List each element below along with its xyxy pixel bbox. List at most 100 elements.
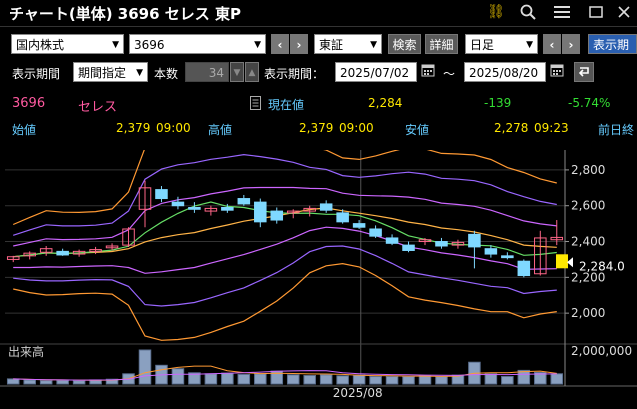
market-select[interactable]: 国内株式 ▼	[11, 34, 124, 54]
low-time: 09:23	[534, 121, 569, 135]
next-code-button[interactable]: ›	[290, 34, 308, 54]
period-type-select[interactable]: 日足 ▼	[465, 34, 538, 54]
quote-code: 3696	[12, 96, 46, 111]
y-tick-label: 2,000	[571, 306, 605, 320]
volume-bar	[484, 373, 498, 385]
prev-period-button[interactable]: ‹	[543, 34, 561, 54]
count-input[interactable]: 34	[185, 62, 229, 82]
volume-bar	[23, 379, 36, 385]
price-marker-label: 2,284.0	[579, 259, 625, 273]
volume-bar	[369, 376, 382, 385]
candle-body	[336, 212, 349, 223]
chevron-down-icon: ▼	[526, 40, 533, 50]
volume-bar	[138, 349, 152, 385]
candle-body	[435, 241, 448, 247]
chevron-down-icon: ▼	[112, 40, 119, 50]
volume-bar	[501, 376, 514, 385]
candle-body	[484, 248, 498, 255]
y-tick-label: 2,400	[571, 235, 605, 249]
range-label: 表示期間：	[264, 67, 325, 81]
chevron-down-icon: ▼	[136, 68, 143, 78]
search-icon[interactable]	[518, 2, 538, 22]
prev-code-button[interactable]: ‹	[271, 34, 289, 54]
count-down-button[interactable]: ▼	[230, 62, 244, 82]
volume-bar	[171, 368, 185, 385]
candle-body	[237, 198, 251, 205]
count-label: 本数	[154, 67, 179, 81]
high-label: 高値	[208, 123, 233, 137]
volume-bar	[237, 373, 251, 385]
market-value: 国内株式	[16, 38, 65, 52]
volume-bar	[550, 373, 564, 385]
link-icon[interactable]: ⛓	[486, 2, 506, 22]
volume-bar	[319, 374, 333, 385]
current-price-label: 現在値	[268, 98, 305, 112]
refresh-icon[interactable]	[574, 62, 594, 82]
detail-button[interactable]: 詳細	[425, 34, 458, 54]
volume-label: 出来高	[8, 344, 44, 359]
count-up-button[interactable]: ▲	[245, 62, 259, 82]
volume-bar	[336, 375, 349, 385]
exchange-value: 東証	[319, 38, 344, 52]
maximize-icon[interactable]	[586, 2, 606, 22]
search-button[interactable]: 検索	[388, 34, 421, 54]
candle-body	[385, 237, 399, 244]
volume-bar	[6, 378, 20, 385]
next-period-button[interactable]: ›	[562, 34, 580, 54]
period-label: 表示期間	[12, 67, 61, 81]
current-price-value: 2,284	[368, 96, 403, 110]
volume-bar	[204, 373, 218, 385]
start-date-input[interactable]: 2025/07/02	[335, 62, 417, 82]
code-input[interactable]: 3696 ▼	[129, 34, 266, 54]
exchange-select[interactable]: 東証 ▼	[314, 34, 382, 54]
open-time: 09:00	[156, 121, 191, 135]
candle-body	[402, 244, 415, 251]
calendar-icon[interactable]	[419, 62, 437, 82]
candle-body	[155, 189, 168, 200]
window-title: チャート(単体) 3696 セレス 東P	[9, 5, 241, 23]
prev-close-label: 前日終	[598, 123, 635, 137]
volume-bar	[517, 369, 531, 385]
price-marker	[556, 254, 568, 269]
price-chart[interactable]: 出来高 2,000,000 2,8002,6002,4002,2002,00020…	[0, 150, 637, 409]
range-separator: ～	[443, 67, 456, 81]
candle-body	[468, 233, 481, 248]
volume-bar	[385, 376, 399, 385]
price-change: -139	[484, 96, 512, 110]
price-change-pct: -5.74%	[568, 96, 611, 110]
volume-bar	[435, 376, 448, 385]
display-button[interactable]: 表示期	[588, 34, 637, 54]
period-type-value: 日足	[470, 38, 495, 52]
candle-body	[369, 228, 382, 237]
open-label: 始値	[12, 123, 37, 137]
high-time: 09:00	[339, 121, 374, 135]
low-value: 2,278	[494, 121, 529, 135]
y-tick-label: 2,800	[571, 163, 605, 177]
candle-body	[254, 201, 267, 223]
open-value: 2,379	[116, 121, 151, 135]
code-value: 3696	[134, 38, 165, 52]
candle-body	[56, 250, 69, 256]
volume-bar	[286, 374, 300, 385]
volume-bar	[56, 379, 69, 385]
calendar-icon[interactable]	[548, 62, 566, 82]
period-mode-select[interactable]: 期間指定 ▼	[73, 62, 148, 82]
document-icon[interactable]	[250, 96, 261, 113]
candle-body	[221, 207, 234, 211]
volume-bar	[221, 372, 234, 385]
candle-body	[171, 201, 185, 207]
volume-bar	[72, 380, 86, 385]
volume-bar	[254, 373, 267, 385]
title-bar: チャート(単体) 3696 セレス 東P ⛓	[0, 0, 637, 27]
end-date-input[interactable]: 2025/08/20	[464, 62, 546, 82]
low-label: 安値	[405, 123, 430, 137]
menu-icon[interactable]	[552, 2, 572, 22]
candle-body	[270, 210, 284, 221]
close-icon[interactable]	[614, 2, 634, 22]
chevron-down-icon: ▼	[370, 40, 377, 50]
volume-bar	[418, 375, 432, 385]
y-tick-label: 2,600	[571, 199, 605, 213]
candle-body	[352, 223, 366, 228]
candle-body	[319, 203, 333, 211]
chevron-down-icon: ▼	[254, 40, 261, 50]
